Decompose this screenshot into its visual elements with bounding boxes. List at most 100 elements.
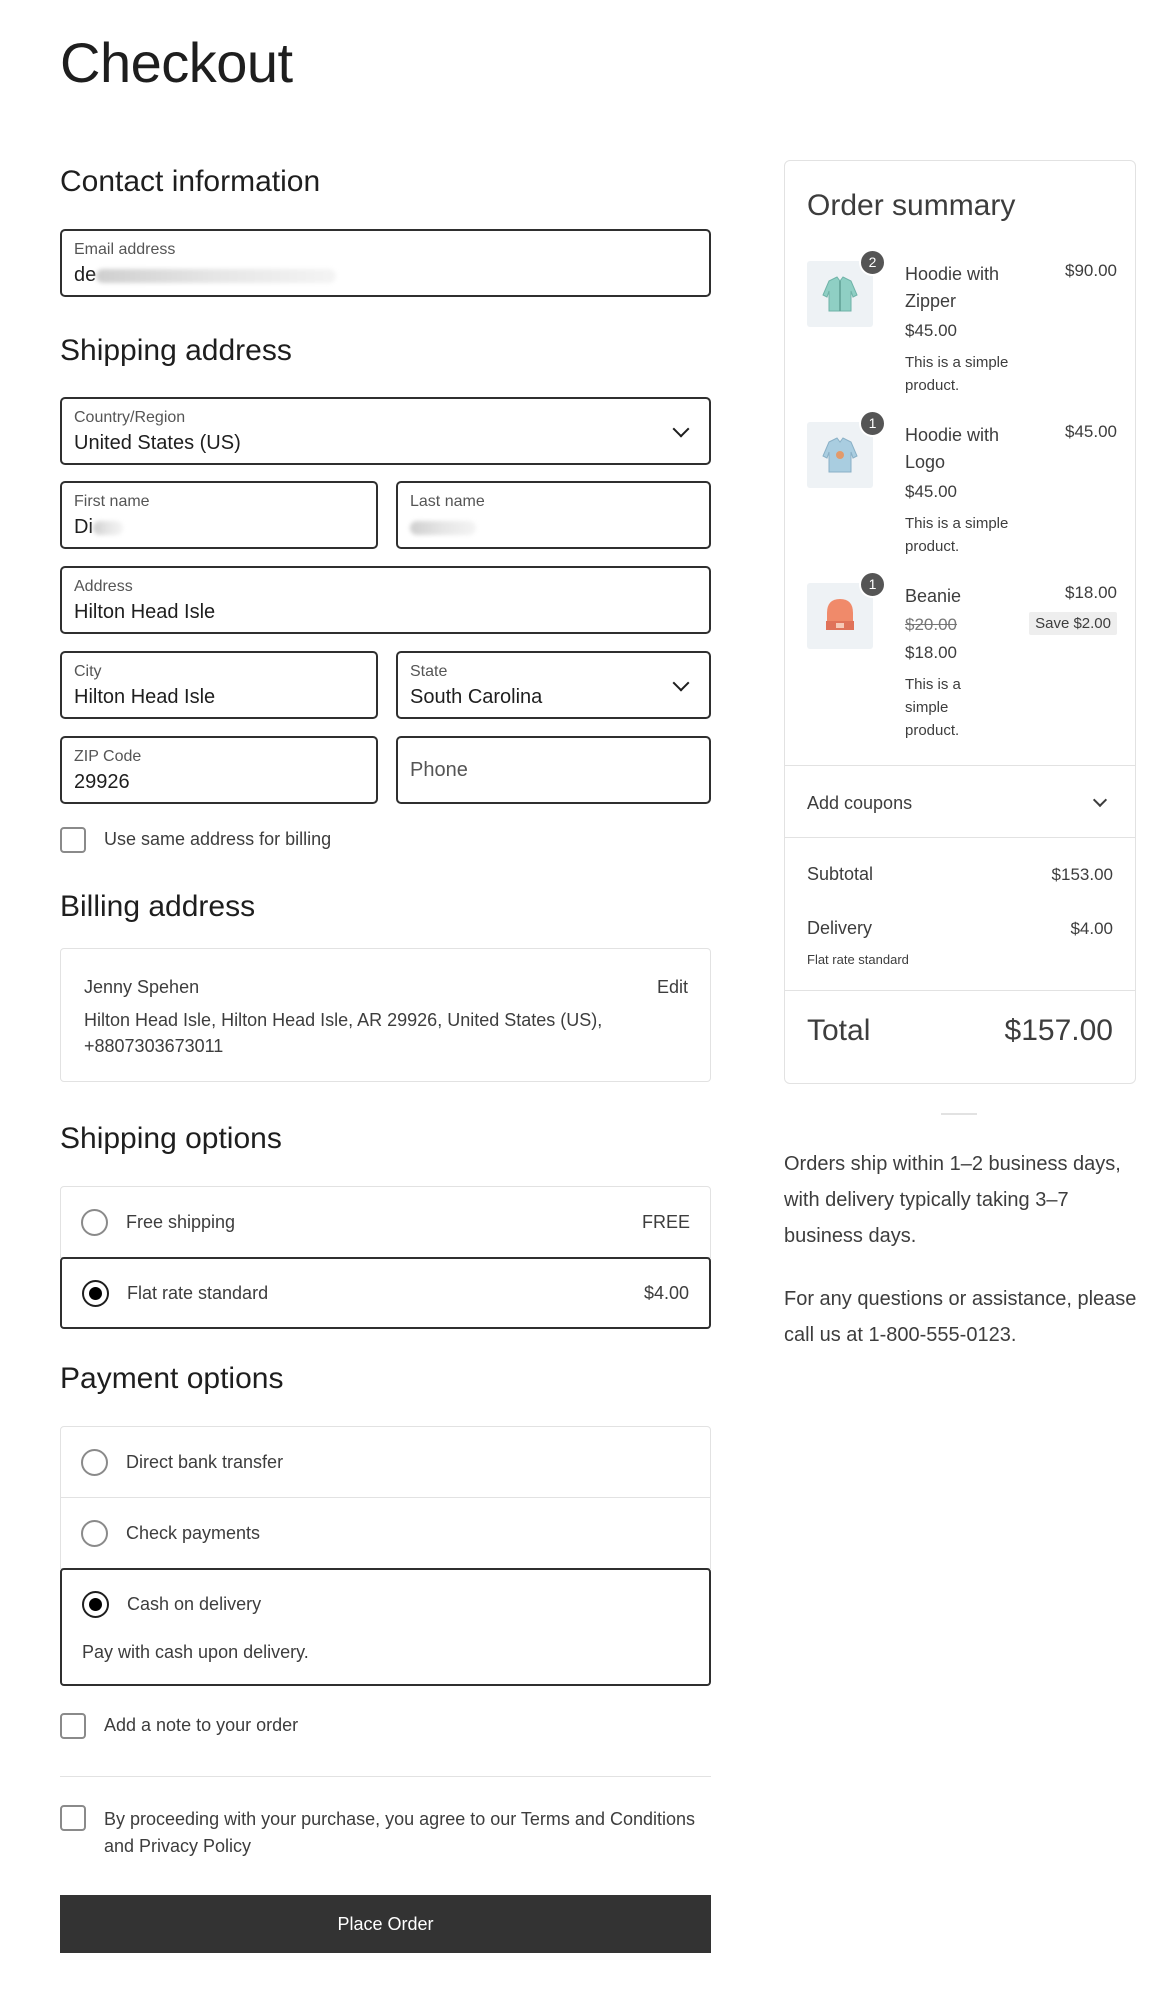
summary-item: 1 Beanie $18.00 $20.00 Save $2.00 $18.00… <box>807 571 1117 753</box>
total-label: Total <box>807 1014 871 1047</box>
country-label: Country/Region <box>74 409 186 426</box>
payment-options-group: Direct bank transfer Check payments Cash… <box>60 1426 711 1690</box>
quantity-badge: 2 <box>859 249 886 276</box>
state-value: South Carolina <box>410 686 543 708</box>
last-name-value <box>410 516 476 539</box>
chevron-down-icon[interactable] <box>1092 792 1108 808</box>
total-value: $157.00 <box>1004 1014 1113 1047</box>
zip-field[interactable]: ZIP Code 29926 <box>60 736 378 804</box>
last-name-field[interactable]: Last name <box>396 481 711 549</box>
state-label: State <box>410 663 448 680</box>
payment-option-check[interactable]: Check payments <box>60 1497 711 1569</box>
item-line-total: $45.00 <box>1065 422 1117 441</box>
billing-name: Jenny Spehen <box>84 977 200 997</box>
billing-edit-link[interactable]: Edit <box>657 977 688 998</box>
item-line-total: $18.00 <box>1065 583 1117 602</box>
subtotal-value: $153.00 <box>1051 865 1113 884</box>
payment-option-label: Check payments <box>126 1523 261 1543</box>
payment-option-bank-transfer[interactable]: Direct bank transfer <box>60 1426 711 1498</box>
address-field[interactable]: Address Hilton Head Isle <box>60 566 711 634</box>
first-name-label: First name <box>74 493 150 510</box>
radio-button[interactable] <box>81 1449 108 1476</box>
contact-heading: Contact information <box>60 165 321 198</box>
terms-label[interactable]: By proceeding with your purchase, you ag… <box>104 1806 704 1860</box>
chevron-down-icon <box>672 420 690 438</box>
contact-note: For any questions or assistance, please … <box>784 1288 1137 1346</box>
zip-value: 29926 <box>74 771 130 793</box>
billing-address-card: Jenny Spehen Hilton Head Isle, Hilton He… <box>60 948 711 1082</box>
email-field[interactable]: Email address de <box>60 229 711 297</box>
item-line-total: $90.00 <box>1065 261 1117 280</box>
summary-item: 2 Hoodie with Zipper $90.00 $45.00 This … <box>807 249 1117 394</box>
item-description: This is a simple product. <box>905 515 1009 555</box>
last-name-label: Last name <box>410 493 485 510</box>
address-value: Hilton Head Isle <box>74 601 216 623</box>
summary-divider <box>785 765 1135 766</box>
item-name: Hoodie with Zipper <box>905 264 1000 311</box>
shipping-option-price: $4.00 <box>643 1283 689 1303</box>
city-value: Hilton Head Isle <box>74 686 216 708</box>
terms-checkbox[interactable] <box>60 1805 86 1831</box>
page-title: Checkout <box>60 31 293 94</box>
order-note-checkbox[interactable] <box>60 1713 86 1739</box>
order-note-label[interactable]: Add a note to your order <box>104 1715 298 1736</box>
address-label: Address <box>74 578 133 595</box>
email-value: de <box>74 264 337 287</box>
delivery-value: $4.00 <box>1070 919 1113 938</box>
shipping-address-heading: Shipping address <box>60 334 292 367</box>
delivery-label: Delivery <box>807 918 873 938</box>
payment-option-cash-on-delivery[interactable]: Cash on delivery Pay with cash upon deli… <box>60 1568 711 1686</box>
city-label: City <box>74 663 102 680</box>
quantity-badge: 1 <box>859 571 886 598</box>
radio-button[interactable] <box>81 1209 108 1236</box>
shipping-option-free[interactable]: Free shipping FREE <box>60 1186 711 1258</box>
same-billing-label[interactable]: Use same address for billing <box>104 829 331 850</box>
first-name-field[interactable]: First name Di <box>60 481 378 549</box>
item-unit-price: $45.00 <box>905 321 957 340</box>
place-order-button[interactable]: Place Order <box>60 1895 711 1953</box>
summary-item: 1 Hoodie with Logo $45.00 $45.00 This is… <box>807 410 1117 555</box>
item-description: This is a simple product. <box>905 354 1009 394</box>
email-label: Email address <box>74 241 176 258</box>
shipping-option-label: Free shipping <box>126 1212 236 1232</box>
summary-divider <box>785 990 1135 991</box>
divider <box>60 1776 711 1777</box>
item-original-price: $20.00 <box>905 615 957 634</box>
item-unit-price: $45.00 <box>905 482 957 501</box>
payment-option-label: Cash on delivery <box>127 1594 262 1614</box>
shipping-note: Orders ship within 1–2 business days, wi… <box>784 1153 1121 1247</box>
zip-label: ZIP Code <box>74 748 142 765</box>
country-value: United States (US) <box>74 432 241 454</box>
shipping-option-flat-rate[interactable]: Flat rate standard $4.00 <box>60 1257 711 1329</box>
chevron-down-icon <box>672 674 690 692</box>
city-field[interactable]: City Hilton Head Isle <box>60 651 378 719</box>
radio-button[interactable] <box>81 1520 108 1547</box>
shipping-options-group: Free shipping FREE Flat rate standard $4… <box>60 1186 711 1329</box>
quantity-badge: 1 <box>859 410 886 437</box>
delivery-method: Flat rate standard <box>807 952 909 967</box>
state-select[interactable]: State South Carolina <box>396 651 711 719</box>
billing-heading: Billing address <box>60 890 256 923</box>
subtotal-label: Subtotal <box>807 864 874 884</box>
country-select[interactable]: Country/Region United States (US) <box>60 397 711 465</box>
order-summary-heading: Order summary <box>807 189 1016 222</box>
item-unit-price: $18.00 <box>905 643 957 662</box>
summary-divider <box>785 837 1135 838</box>
shipping-option-price: FREE <box>641 1212 690 1232</box>
short-divider <box>941 1113 977 1115</box>
payment-options-heading: Payment options <box>60 1362 284 1395</box>
order-summary-panel: Order summary 2 Hoodie with Zipper $90.0… <box>784 160 1136 1084</box>
payment-option-description: Pay with cash upon delivery. <box>82 1642 309 1662</box>
radio-button-selected[interactable] <box>82 1591 109 1618</box>
save-badge: Save $2.00 <box>1029 612 1117 635</box>
radio-button-selected[interactable] <box>82 1280 109 1307</box>
item-description: This is a simple product. <box>905 676 961 739</box>
add-coupons-toggle[interactable]: Add coupons <box>807 793 912 814</box>
payment-option-label: Direct bank transfer <box>126 1452 284 1472</box>
phone-field[interactable]: Phone <box>396 736 711 804</box>
shipping-option-label: Flat rate standard <box>127 1283 269 1303</box>
same-billing-checkbox[interactable] <box>60 827 86 853</box>
phone-placeholder: Phone <box>410 759 468 781</box>
billing-address-text: Hilton Head Isle, Hilton Head Isle, AR 2… <box>84 1010 603 1056</box>
item-name: Beanie <box>905 586 962 606</box>
